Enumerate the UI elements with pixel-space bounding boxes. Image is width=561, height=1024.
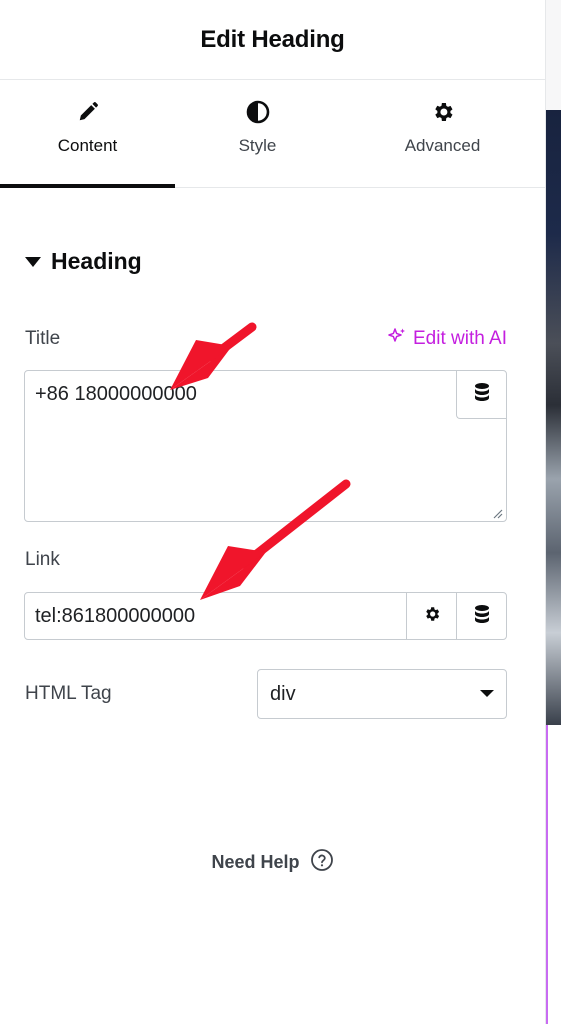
link-label: Link	[25, 549, 60, 570]
title-label-row: Title Edit with AI	[25, 326, 507, 352]
edit-with-ai-label: Edit with AI	[413, 328, 507, 349]
sparkle-icon	[387, 326, 407, 352]
need-help-link[interactable]: Need Help	[0, 848, 545, 877]
title-textarea[interactable]: +86 18000000000	[25, 371, 456, 521]
title-textarea-container: +86 18000000000	[24, 370, 507, 522]
gear-icon	[431, 100, 455, 124]
tab-style-label: Style	[238, 136, 277, 155]
caret-down-icon	[25, 254, 41, 270]
link-options-button[interactable]	[406, 593, 456, 639]
editor-panel: Edit Heading Content Style Advanced Head…	[0, 0, 545, 1024]
html-tag-label: HTML Tag	[25, 683, 112, 704]
question-circle-icon	[310, 848, 334, 877]
panel-title: Edit Heading	[200, 25, 345, 53]
tab-content[interactable]: Content	[0, 80, 175, 188]
html-tag-value: div	[270, 682, 296, 705]
tab-advanced[interactable]: Advanced	[340, 80, 545, 187]
panel-header: Edit Heading	[0, 0, 545, 80]
tab-advanced-label: Advanced	[404, 136, 481, 155]
page-preview-strip	[545, 0, 561, 1024]
link-dynamic-tags-button[interactable]	[456, 593, 506, 639]
edit-with-ai-button[interactable]: Edit with AI	[387, 326, 507, 352]
title-label: Title	[25, 328, 61, 349]
html-tag-select[interactable]: div	[257, 669, 507, 719]
chevron-down-icon	[480, 685, 494, 703]
section-title: Heading	[51, 248, 142, 274]
title-dynamic-tags-button[interactable]	[456, 371, 506, 419]
tab-content-label: Content	[57, 136, 118, 155]
gear-icon	[423, 605, 441, 628]
resize-handle-icon[interactable]	[491, 506, 503, 519]
half-circle-icon	[246, 100, 270, 124]
tab-style[interactable]: Style	[175, 80, 340, 187]
link-input[interactable]	[25, 593, 406, 639]
preview-selection-border	[546, 725, 561, 1024]
link-field-container	[24, 592, 507, 640]
preview-image	[546, 110, 561, 725]
pencil-icon	[76, 100, 100, 124]
database-icon	[473, 604, 491, 629]
tab-bar: Content Style Advanced	[0, 80, 545, 188]
need-help-label: Need Help	[211, 852, 300, 872]
html-tag-row: HTML Tag div	[25, 669, 507, 719]
database-icon	[473, 382, 491, 407]
section-toggle-heading[interactable]: Heading	[25, 248, 142, 275]
link-label-row: Link	[25, 549, 507, 571]
